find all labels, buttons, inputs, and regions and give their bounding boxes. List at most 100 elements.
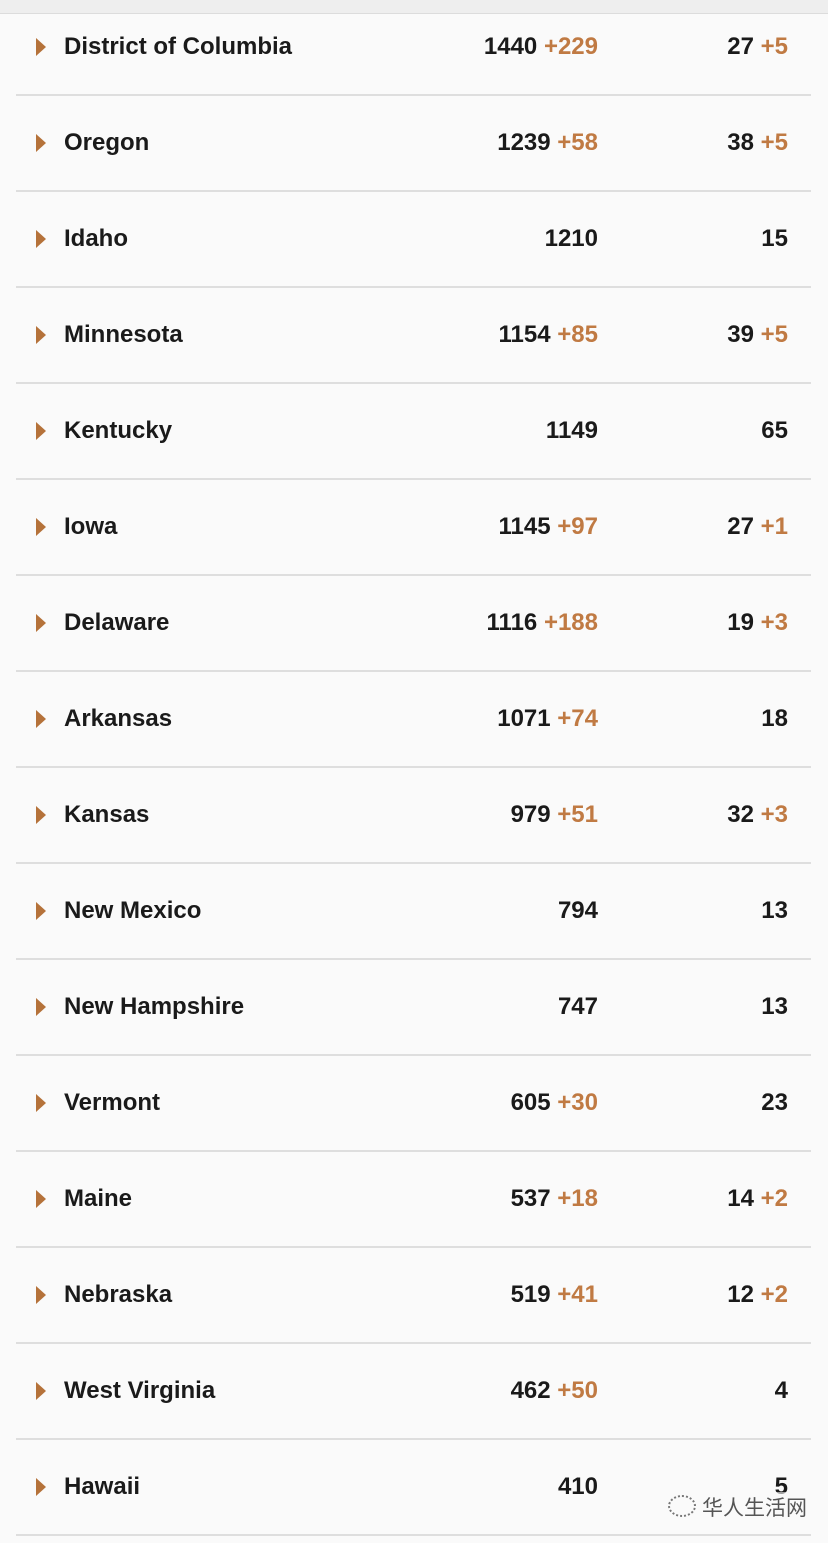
state-row[interactable]: Minnesota 1154 +85 39 +5 bbox=[0, 288, 828, 384]
cases-value: 1149 bbox=[545, 417, 598, 444]
state-row[interactable]: New Mexico 794 13 bbox=[0, 864, 828, 960]
state-row[interactable]: Oregon 1239 +58 38 +5 bbox=[0, 96, 828, 192]
deaths-value: 39 bbox=[727, 321, 754, 348]
deaths-cell: 18 bbox=[761, 705, 788, 733]
cases-value: 1071 bbox=[497, 705, 551, 732]
expand-arrow-icon[interactable] bbox=[36, 134, 46, 152]
expand-arrow-icon[interactable] bbox=[36, 1478, 46, 1496]
state-name: Arkansas bbox=[64, 705, 173, 732]
state-row[interactable]: Idaho 1210 15 bbox=[0, 192, 828, 288]
cases-value: 410 bbox=[557, 1473, 598, 1500]
expand-arrow-icon[interactable] bbox=[36, 326, 46, 344]
deaths-delta: +5 bbox=[760, 129, 788, 156]
deaths-cell: 65 bbox=[761, 417, 788, 445]
cases-value: 1154 bbox=[498, 321, 551, 348]
cases-delta: +50 bbox=[557, 1377, 598, 1404]
state-row[interactable]: Delaware 1116 +188 19 +3 bbox=[0, 576, 828, 672]
expand-arrow-icon[interactable] bbox=[36, 998, 46, 1016]
cases-value: 794 bbox=[557, 897, 598, 924]
state-row[interactable]: District of Columbia 1440 +229 27 +5 bbox=[0, 0, 828, 96]
cases-cell: 410 bbox=[558, 1473, 598, 1501]
state-row[interactable]: Iowa 1145 +97 27 +1 bbox=[0, 480, 828, 576]
deaths-cell: 39 +5 bbox=[727, 321, 788, 349]
expand-arrow-icon[interactable] bbox=[36, 1382, 46, 1400]
state-name: Kentucky bbox=[64, 417, 173, 444]
deaths-value: 65 bbox=[761, 417, 788, 444]
cases-value: 747 bbox=[557, 993, 598, 1020]
state-name: Idaho bbox=[64, 225, 128, 252]
deaths-value: 12 bbox=[727, 1281, 754, 1308]
deaths-delta: +3 bbox=[760, 609, 788, 636]
cases-cell: 1071 +74 bbox=[497, 705, 598, 733]
deaths-value: 23 bbox=[761, 1089, 788, 1116]
cases-delta: +229 bbox=[543, 33, 598, 60]
deaths-value: 18 bbox=[761, 705, 788, 732]
expand-arrow-icon[interactable] bbox=[36, 422, 46, 440]
state-list: District of Columbia 1440 +229 27 +5 Oregon… bbox=[0, 0, 828, 1536]
cases-cell: 519 +41 bbox=[511, 1281, 598, 1309]
deaths-delta: +2 bbox=[760, 1281, 788, 1308]
deaths-cell: 27 +5 bbox=[727, 33, 788, 61]
cases-delta: +188 bbox=[543, 609, 598, 636]
cases-delta: +51 bbox=[557, 801, 598, 828]
deaths-cell: 13 bbox=[761, 993, 788, 1021]
state-row[interactable]: Nebraska 519 +41 12 +2 bbox=[0, 1248, 828, 1344]
expand-arrow-icon[interactable] bbox=[36, 806, 46, 824]
deaths-cell: 13 bbox=[761, 897, 788, 925]
cases-delta: +30 bbox=[557, 1089, 598, 1116]
cases-cell: 1239 +58 bbox=[497, 129, 598, 157]
cases-value: 979 bbox=[510, 801, 551, 828]
deaths-delta: +2 bbox=[760, 1185, 788, 1212]
cases-cell: 605 +30 bbox=[511, 1089, 598, 1117]
cases-cell: 747 bbox=[558, 993, 598, 1021]
state-name: Delaware bbox=[64, 609, 170, 636]
cases-cell: 1440 +229 bbox=[484, 33, 598, 61]
state-name: New Hampshire bbox=[64, 993, 245, 1020]
deaths-value: 32 bbox=[727, 801, 754, 828]
deaths-cell: 14 +2 bbox=[727, 1185, 788, 1213]
cases-cell: 794 bbox=[558, 897, 598, 925]
expand-arrow-icon[interactable] bbox=[36, 230, 46, 248]
wechat-icon bbox=[668, 1495, 696, 1517]
expand-arrow-icon[interactable] bbox=[36, 38, 46, 56]
state-row[interactable]: Maine 537 +18 14 +2 bbox=[0, 1152, 828, 1248]
cases-cell: 537 +18 bbox=[511, 1185, 598, 1213]
expand-arrow-icon[interactable] bbox=[36, 614, 46, 632]
expand-arrow-icon[interactable] bbox=[36, 710, 46, 728]
state-row[interactable]: Vermont 605 +30 23 bbox=[0, 1056, 828, 1152]
cases-value: 1145 bbox=[498, 513, 551, 540]
expand-arrow-icon[interactable] bbox=[36, 902, 46, 920]
cases-cell: 1145 +97 bbox=[499, 513, 598, 541]
expand-arrow-icon[interactable] bbox=[36, 1190, 46, 1208]
state-row[interactable]: New Hampshire 747 13 bbox=[0, 960, 828, 1056]
cases-cell: 1116 +188 bbox=[487, 609, 598, 637]
state-row[interactable]: Arkansas 1071 +74 18 bbox=[0, 672, 828, 768]
cases-delta: +18 bbox=[557, 1185, 598, 1212]
cases-cell: 462 +50 bbox=[511, 1377, 598, 1405]
cases-delta: +58 bbox=[557, 129, 598, 156]
watermark: 华人生活网 bbox=[668, 1492, 807, 1522]
cases-delta: +97 bbox=[557, 513, 598, 540]
expand-arrow-icon[interactable] bbox=[36, 518, 46, 536]
cases-value: 1116 bbox=[486, 609, 538, 636]
cases-cell: 979 +51 bbox=[511, 801, 598, 829]
expand-arrow-icon[interactable] bbox=[36, 1286, 46, 1304]
cases-cell: 1149 bbox=[546, 417, 598, 445]
deaths-value: 4 bbox=[774, 1377, 788, 1404]
state-row[interactable]: Kansas 979 +51 32 +3 bbox=[0, 768, 828, 864]
deaths-delta: +1 bbox=[760, 513, 788, 540]
deaths-cell: 12 +2 bbox=[727, 1281, 788, 1309]
cases-delta: +74 bbox=[557, 705, 598, 732]
state-row[interactable]: Kentucky 1149 65 bbox=[0, 384, 828, 480]
deaths-cell: 4 bbox=[775, 1377, 788, 1405]
cases-value: 462 bbox=[510, 1377, 551, 1404]
cases-value: 1440 bbox=[483, 33, 538, 60]
state-row[interactable]: West Virginia 462 +50 4 bbox=[0, 1344, 828, 1440]
deaths-cell: 27 +1 bbox=[727, 513, 788, 541]
state-name: West Virginia bbox=[64, 1377, 216, 1404]
deaths-delta: +5 bbox=[760, 321, 788, 348]
deaths-value: 15 bbox=[761, 225, 788, 252]
expand-arrow-icon[interactable] bbox=[36, 1094, 46, 1112]
deaths-cell: 23 bbox=[761, 1089, 788, 1117]
cases-value: 519 bbox=[510, 1281, 551, 1308]
